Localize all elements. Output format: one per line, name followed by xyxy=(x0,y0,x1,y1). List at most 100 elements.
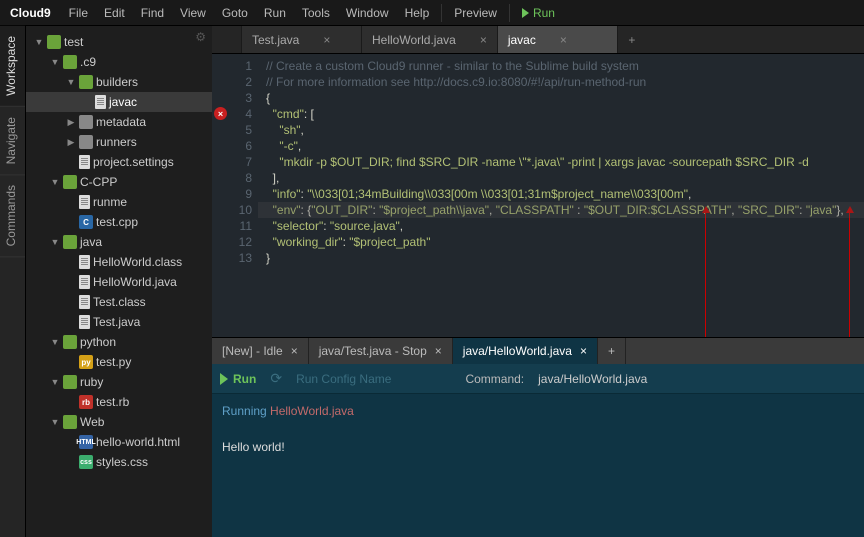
tree-label: python xyxy=(80,335,116,349)
close-icon[interactable]: × xyxy=(580,344,587,358)
tree-label: runners xyxy=(96,135,137,149)
tree-label: javac xyxy=(109,95,137,109)
close-icon[interactable]: × xyxy=(560,33,567,47)
add-tab-button[interactable]: + xyxy=(618,26,646,53)
tree-item[interactable]: metadata xyxy=(26,112,212,132)
chevron-icon[interactable] xyxy=(66,77,76,87)
tree-item[interactable]: HTMLhello-world.html xyxy=(26,432,212,452)
tree-label: C-CPP xyxy=(80,175,117,189)
tree-item[interactable]: runners xyxy=(26,132,212,152)
menu-run[interactable]: Run xyxy=(256,6,294,20)
editor-area: Test.java×HelloWorld.java×javac×+ 1234×5… xyxy=(212,26,864,537)
run-label: Run xyxy=(533,6,555,20)
folder-gray-icon xyxy=(79,135,93,149)
rb-icon: rb xyxy=(79,395,93,409)
tree-item[interactable]: rbtest.rb xyxy=(26,392,212,412)
gear-icon[interactable]: ⚙ xyxy=(195,30,206,44)
tab-label: java/HelloWorld.java xyxy=(463,344,572,358)
sidebar: ⚙ test.c9builders javac metadata runners pro… xyxy=(26,26,212,537)
menu-preview[interactable]: Preview xyxy=(446,6,505,20)
code-editor[interactable]: 1234×5678910111213 // Create a custom Cl… xyxy=(212,54,864,337)
editor-tab[interactable]: HelloWorld.java × xyxy=(362,26,498,53)
tab-label: HelloWorld.java xyxy=(372,33,456,47)
file-white-icon xyxy=(79,315,90,329)
menu-find[interactable]: Find xyxy=(133,6,172,20)
tree-item[interactable]: pytest.py xyxy=(26,352,212,372)
tree-label: test.py xyxy=(96,355,131,369)
console-output[interactable]: Running HelloWorld.java Hello world! xyxy=(212,394,864,464)
menu-file[interactable]: File xyxy=(61,6,96,20)
play-icon xyxy=(220,373,228,385)
tree-item[interactable]: Test.java xyxy=(26,312,212,332)
tree-item[interactable]: HelloWorld.java xyxy=(26,272,212,292)
chevron-icon[interactable] xyxy=(50,237,60,247)
tree-item[interactable]: Web xyxy=(26,412,212,432)
chevron-icon[interactable] xyxy=(50,57,60,67)
run-config-placeholder[interactable]: Run Config Name xyxy=(296,372,391,386)
logo[interactable]: Cloud9 xyxy=(6,6,61,20)
console-tab[interactable]: java/Test.java - Stop × xyxy=(309,338,453,364)
reload-icon[interactable]: ⟳ xyxy=(270,370,282,387)
close-icon[interactable]: × xyxy=(323,33,330,47)
chevron-icon[interactable] xyxy=(66,137,76,148)
tree-label: Test.class xyxy=(93,295,146,309)
tree-item[interactable]: Ctest.cpp xyxy=(26,212,212,232)
tree-item[interactable]: HelloWorld.class xyxy=(26,252,212,272)
vtab-navigate[interactable]: Navigate xyxy=(0,107,25,175)
left-tab-strip: WorkspaceNavigateCommands xyxy=(0,26,26,537)
gutter: 1234×5678910111213 xyxy=(212,54,258,337)
tree-item[interactable]: javac xyxy=(26,92,212,112)
editor-tab[interactable]: Test.java× xyxy=(242,26,362,53)
html-icon: HTML xyxy=(79,435,93,449)
chevron-icon[interactable] xyxy=(50,417,60,427)
tree-item[interactable]: .c9 xyxy=(26,52,212,72)
vtab-commands[interactable]: Commands xyxy=(0,175,25,257)
chevron-icon[interactable] xyxy=(50,337,60,347)
menu-run-button[interactable]: Run xyxy=(514,6,563,20)
console-tab[interactable]: [New] - Idle× xyxy=(212,338,309,364)
tree-label: Test.java xyxy=(93,315,140,329)
chevron-icon[interactable] xyxy=(50,177,60,187)
tree-item[interactable]: java xyxy=(26,232,212,252)
tree-item[interactable]: ruby xyxy=(26,372,212,392)
tree-item[interactable]: python xyxy=(26,332,212,352)
tab-label: java/Test.java - Stop xyxy=(319,344,427,358)
tree-item[interactable]: cssstyles.css xyxy=(26,452,212,472)
close-icon[interactable]: × xyxy=(435,344,442,358)
folder-green-icon xyxy=(63,175,77,189)
console-run-button[interactable]: Run xyxy=(220,372,256,386)
tree-item[interactable]: test xyxy=(26,32,212,52)
error-icon[interactable]: × xyxy=(214,107,227,120)
console-line: Running HelloWorld.java xyxy=(222,402,854,420)
tree-item[interactable]: C-CPP xyxy=(26,172,212,192)
console-line: Hello world! xyxy=(222,438,854,456)
close-icon[interactable]: × xyxy=(480,33,487,47)
editor-tab[interactable]: javac× xyxy=(498,26,618,53)
tree-item[interactable]: builders xyxy=(26,72,212,92)
close-icon[interactable]: × xyxy=(291,344,298,358)
tree-item[interactable]: Test.class xyxy=(26,292,212,312)
tree-label: test.rb xyxy=(96,395,129,409)
folder-green-icon xyxy=(63,415,77,429)
menu-view[interactable]: View xyxy=(172,6,214,20)
menu-help[interactable]: Help xyxy=(397,6,438,20)
menu-edit[interactable]: Edit xyxy=(96,6,133,20)
tree-label: project.settings xyxy=(93,155,174,169)
tree-item[interactable]: project.settings xyxy=(26,152,212,172)
menu-tools[interactable]: Tools xyxy=(294,6,338,20)
menu-goto[interactable]: Goto xyxy=(214,6,256,20)
play-icon xyxy=(522,8,529,18)
py-icon: py xyxy=(79,355,93,369)
command-value[interactable]: java/HelloWorld.java xyxy=(538,372,647,386)
console-tab[interactable]: java/HelloWorld.java × xyxy=(453,338,598,364)
code-lines[interactable]: // Create a custom Cloud9 runner - simil… xyxy=(258,54,864,337)
cpp-icon: C xyxy=(79,215,93,229)
add-tab-button[interactable]: + xyxy=(598,338,626,364)
console-tabbar: [New] - Idle×java/Test.java - Stop×java/… xyxy=(212,338,864,364)
menu-window[interactable]: Window xyxy=(338,6,397,20)
chevron-icon[interactable] xyxy=(50,377,60,387)
tree-item[interactable]: runme xyxy=(26,192,212,212)
chevron-icon[interactable] xyxy=(34,37,44,47)
vtab-workspace[interactable]: Workspace xyxy=(0,26,25,107)
chevron-icon[interactable] xyxy=(66,117,76,128)
